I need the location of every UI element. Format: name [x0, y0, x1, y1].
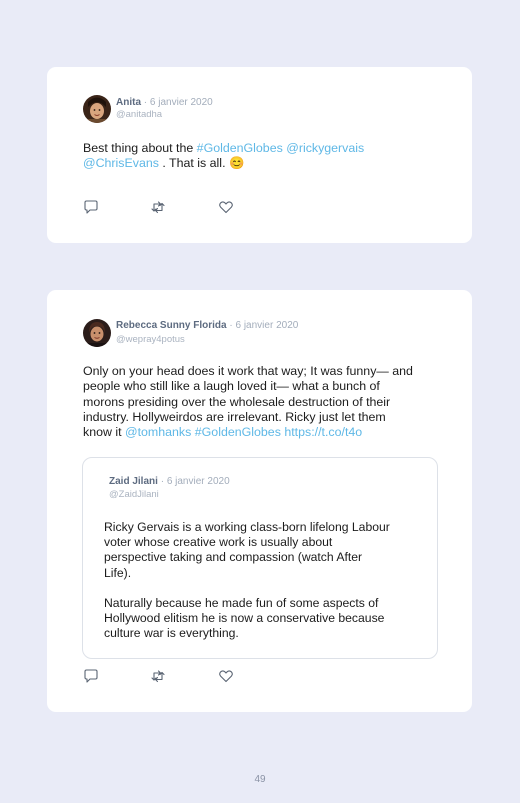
tweet-text: Best thing about the #GoldenGlobes @rick… — [83, 141, 443, 172]
reply-icon[interactable] — [83, 668, 99, 684]
text-line: Naturally because he made fun of some as… — [104, 596, 379, 610]
heart-icon[interactable] — [218, 668, 234, 684]
separator-dot: · — [143, 97, 148, 108]
tweet-date[interactable]: 6 janvier 2020 — [150, 97, 213, 108]
mention-link[interactable]: @tomhanks — [125, 425, 191, 439]
hashtag-link[interactable]: #GoldenGlobes — [197, 141, 283, 155]
retweet-icon[interactable] — [150, 668, 166, 684]
page-number: 49 — [254, 774, 266, 785]
avatar[interactable] — [83, 319, 111, 347]
tweet-card-anita: Anita · 6 janvier 2020 @anitadha Best th… — [47, 67, 472, 243]
mention-link[interactable]: @ChrisEvans — [83, 156, 159, 170]
author-line: Rebecca Sunny Florida · 6 janvier 2020 — [116, 320, 298, 332]
quoted-tweet-date[interactable]: 6 janvier 2020 — [167, 476, 230, 487]
text-line: voter whose creative work is usually abo… — [104, 535, 333, 550]
separator-dot: · — [229, 320, 233, 331]
text-segment: Best thing about the — [83, 141, 197, 155]
tweet-actions — [83, 668, 263, 684]
retweet-icon[interactable] — [150, 199, 166, 215]
author-line: Anita · 6 janvier 2020 — [116, 97, 213, 109]
quoted-author-handle[interactable]: @ZaidJilani — [109, 489, 159, 500]
mention-link[interactable]: @rickygervais — [286, 141, 364, 155]
text-line: industry. Hollyweirdos are irrelevant. R… — [83, 409, 386, 424]
author-handle[interactable]: @anitadha — [116, 109, 162, 120]
tweet-actions — [83, 199, 263, 215]
text-line: people who still like a laugh loved it— … — [83, 379, 380, 394]
reply-icon[interactable] — [83, 199, 99, 215]
author-name[interactable]: Anita — [116, 97, 141, 108]
tweet-text: Only on your head does it work that way;… — [83, 364, 453, 440]
text-line: morons presiding over the wholesale dest… — [83, 394, 391, 409]
text-segment: know it — [83, 425, 126, 440]
tweet-card-rebecca: Rebecca Sunny Florida · 6 janvier 2020 @… — [47, 290, 472, 712]
text-segment: . That is all. 😊 — [158, 156, 245, 171]
text-line: Ricky Gervais is a working class-born li… — [104, 520, 390, 534]
author-handle[interactable]: @wepray4potus — [116, 334, 185, 345]
text-line: perspective taking and compassion (watch… — [104, 550, 363, 565]
quoted-author-line: Zaid Jilani · 6 janvier 2020 — [109, 476, 230, 488]
quoted-text-para-1: Ricky Gervais is a working class-born li… — [104, 520, 424, 581]
tweet-date[interactable]: 6 janvier 2020 — [236, 320, 299, 331]
quoted-tweet[interactable]: Zaid Jilani · 6 janvier 2020 @ZaidJilani… — [82, 457, 438, 659]
text-line: Hollywood elitism he is now a conservati… — [104, 611, 385, 626]
hashtag-link[interactable]: #GoldenGlobes — [195, 425, 281, 439]
author-name[interactable]: Rebecca Sunny Florida — [116, 320, 227, 331]
text-line: culture war is everything. — [104, 626, 239, 641]
text-line: Only on your head does it work that way;… — [83, 364, 413, 378]
avatar[interactable] — [83, 95, 111, 123]
quoted-text-para-2: Naturally because he made fun of some as… — [104, 596, 424, 642]
url-link[interactable]: https://t.co/t4o — [284, 425, 362, 439]
separator-dot: · — [160, 476, 165, 487]
heart-icon[interactable] — [218, 199, 234, 215]
text-line: Life). — [104, 565, 132, 580]
quoted-author-name[interactable]: Zaid Jilani — [109, 476, 158, 487]
